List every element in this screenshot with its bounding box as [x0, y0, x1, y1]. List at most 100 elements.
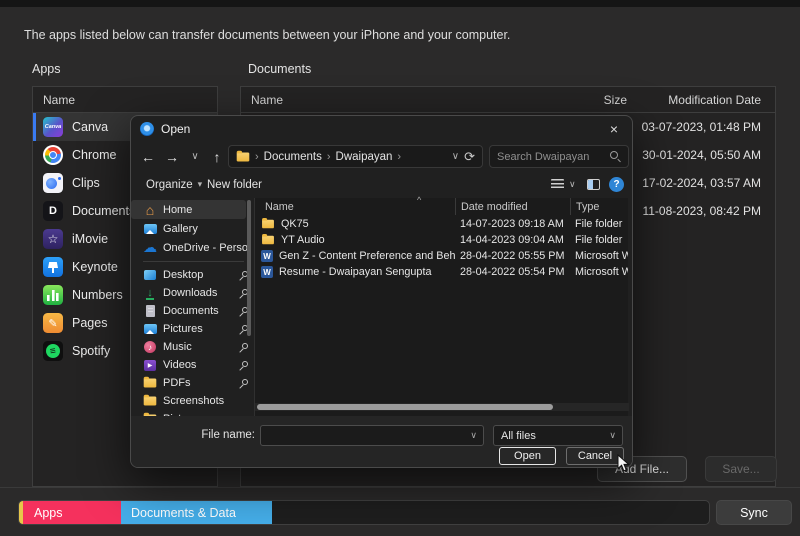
sync-button[interactable]: Sync [716, 500, 792, 525]
documents-header-name: Name [251, 93, 283, 107]
file-header-date-modified[interactable]: Date modified [455, 198, 570, 215]
forward-icon[interactable]: → [163, 142, 181, 171]
folder-icon [262, 220, 274, 229]
save-button[interactable]: Save... [705, 456, 777, 482]
numbers-app-icon [43, 285, 63, 305]
folder-icon [237, 152, 250, 161]
folder-icon [143, 377, 157, 390]
apps-section-label: Apps [32, 62, 61, 76]
dialog-sidebar: Home Gallery OneDrive - Persor Desktop D… [131, 198, 254, 416]
file-row-gen-z[interactable]: Gen Z - Content Preference and Behaviour… [255, 248, 628, 264]
desktop-icon [143, 269, 157, 282]
pin-icon [239, 343, 248, 352]
file-name-input[interactable] [261, 430, 470, 442]
help-icon: ? [609, 177, 624, 192]
gallery-icon [143, 222, 157, 235]
file-row-qk75[interactable]: QK75 14-07-2023 09:18 AM File folder [255, 216, 628, 232]
close-icon[interactable]: × [596, 116, 632, 142]
capacity-bar: Apps Documents & Data [18, 500, 710, 525]
breadcrumb-item-dwaipayan[interactable]: Dwaipayan [336, 151, 393, 163]
videos-icon [143, 359, 157, 372]
open-button[interactable]: Open [499, 447, 556, 465]
keynote-app-icon [43, 257, 63, 277]
file-type-select[interactable]: All files ∨ [493, 425, 623, 446]
documents-header-size: Size [604, 93, 627, 107]
onedrive-cloud-icon [143, 241, 157, 254]
file-header-type[interactable]: Type [570, 198, 628, 215]
list-view-icon [551, 179, 564, 190]
back-icon[interactable]: ← [139, 142, 157, 171]
open-dialog: Open × ← → ∨ ↑ › Documents › Dwaipayan ›… [130, 115, 633, 468]
file-list-area: ^ Name Date modified Type QK75 14-07-202… [254, 198, 628, 416]
address-dropdown-icon[interactable]: ∨ [452, 151, 459, 162]
sidebar-item-onedrive[interactable]: OneDrive - Persor [131, 238, 254, 257]
cancel-button[interactable]: Cancel [566, 447, 624, 465]
chevron-down-icon[interactable]: ∨ [470, 430, 483, 441]
sidebar-item-home[interactable]: Home [131, 200, 246, 219]
dialog-footer: File name: ∨ All files ∨ Open Cancel [131, 416, 633, 468]
imovie-app-icon [43, 229, 63, 249]
recent-locations-icon[interactable]: ∨ [186, 142, 204, 171]
file-row-yt-audio[interactable]: YT Audio 14-04-2023 09:04 AM File folder [255, 232, 628, 248]
folder-icon [143, 395, 157, 408]
documents-column-headers: Name Size Modification Date [241, 87, 775, 113]
refresh-icon[interactable]: ⟳ [464, 149, 475, 165]
dialog-title: Open [161, 122, 190, 136]
sidebar-item-documents[interactable]: Documents [131, 302, 254, 320]
view-list-icon[interactable] [551, 171, 564, 198]
search-input[interactable] [497, 151, 610, 163]
view-dropdown-icon[interactable]: ∨ [569, 171, 576, 198]
clips-app-icon [43, 173, 63, 193]
file-list-headers: ^ Name Date modified Type [255, 198, 628, 215]
pin-icon [239, 361, 248, 370]
word-doc-icon [261, 250, 273, 262]
breadcrumb[interactable]: › Documents › Dwaipayan › ∨ ⟳ [228, 145, 483, 168]
sort-ascending-icon: ^ [417, 195, 421, 205]
chevron-down-icon: ▾ [198, 179, 203, 190]
organize-button[interactable]: Organize ▾ [146, 171, 202, 198]
horizontal-scrollbar-thumb[interactable] [257, 404, 553, 410]
word-doc-icon [261, 266, 273, 278]
sidebar-item-pdfs[interactable]: PDFs [131, 374, 254, 392]
preview-pane-icon [587, 179, 600, 190]
pin-icon [239, 379, 248, 388]
sidebar-item-downloads[interactable]: Downloads [131, 284, 254, 302]
new-folder-button[interactable]: New folder [207, 171, 262, 198]
search-icon [610, 151, 621, 162]
capacity-segment-apps: Apps [23, 501, 121, 524]
sidebar-item-music[interactable]: Music [131, 338, 254, 356]
apps-column-header: Name [33, 87, 217, 113]
sidebar-item-desktop[interactable]: Desktop [131, 266, 254, 284]
documents-section-label: Documents [248, 62, 311, 76]
document-icon [143, 305, 157, 318]
window-top-strip [0, 0, 800, 7]
dialog-app-icon [140, 122, 154, 136]
file-name-combo[interactable]: ∨ [260, 425, 484, 446]
sidebar-item-videos[interactable]: Videos [131, 356, 254, 374]
spotify-app-icon [43, 341, 63, 361]
sidebar-scrollbar[interactable] [247, 200, 251, 336]
search-box[interactable] [489, 145, 629, 168]
file-name-label: File name: [151, 429, 255, 441]
documents-header-modified: Modification Date [668, 93, 761, 107]
chevron-down-icon: ∨ [609, 430, 622, 441]
sidebar-separator [143, 261, 244, 262]
preview-pane-button[interactable] [587, 171, 600, 198]
home-icon [143, 203, 157, 216]
file-header-name[interactable]: Name [255, 198, 455, 215]
up-icon[interactable]: ↑ [208, 142, 226, 171]
music-icon [143, 341, 157, 354]
horizontal-scrollbar[interactable] [255, 403, 629, 411]
pages-app-icon [43, 313, 63, 333]
breadcrumb-item-documents[interactable]: Documents [264, 151, 322, 163]
sidebar-item-gallery[interactable]: Gallery [131, 219, 254, 238]
sidebar-item-screenshots[interactable]: Screenshots [131, 392, 254, 410]
dialog-titlebar[interactable]: Open × [131, 116, 632, 142]
chrome-app-icon [43, 145, 63, 165]
sidebar-item-pictures[interactable]: Pictures [131, 320, 254, 338]
bottom-divider [0, 487, 800, 488]
capacity-segment-documents-data: Documents & Data [121, 501, 272, 524]
help-button[interactable]: ? [609, 171, 624, 198]
file-row-resume[interactable]: Resume - Dwaipayan Sengupta 28-04-2022 0… [255, 264, 628, 280]
download-icon [143, 287, 157, 300]
